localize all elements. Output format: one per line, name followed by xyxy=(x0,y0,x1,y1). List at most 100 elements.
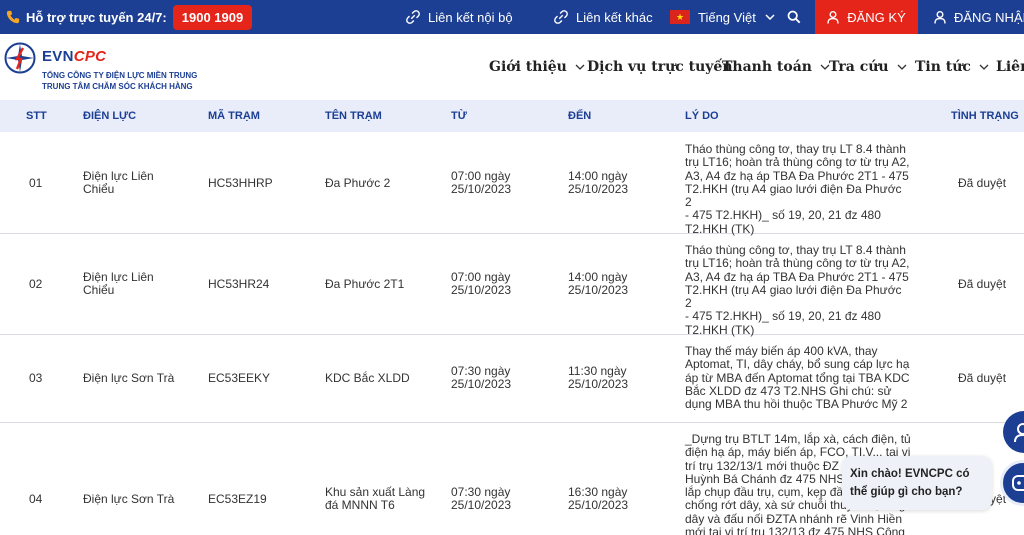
table-row: 01 Điện lực Liên Chiểu HC53HHRP Đa Phước… xyxy=(0,132,1024,236)
cell-line: 25/10/2023 xyxy=(451,498,512,512)
row-power-unit: Điện lực Sơn Trà xyxy=(83,371,175,385)
internal-links[interactable]: Liên kết nội bộ xyxy=(406,0,513,34)
reason-line: - 475 T2.HKH)_ số 19, 20, 21 đz 480 xyxy=(685,309,881,324)
reason-line: mới tại vị trí trụ 132/13 đz 475 NHS Côn… xyxy=(685,525,905,535)
hotline-label: Hỗ trợ trực tuyến 24/7: xyxy=(26,9,167,25)
top-bar: Hỗ trợ trực tuyến 24/7: 1900 1909 Liên k… xyxy=(0,0,1024,34)
nav-label: Tra cứu xyxy=(829,59,889,75)
hotline-number[interactable]: 1900 1909 xyxy=(172,4,253,30)
chevron-down-icon xyxy=(979,64,989,70)
table-header: STT ĐIỆN LỰC MÃ TRẠM TÊN TRẠM TỪ ĐẾN LÝ … xyxy=(0,100,1024,132)
row-power-unit: Điện lực Sơn Trà xyxy=(83,492,175,506)
row-station-name: Đa Phước 2 xyxy=(325,176,391,190)
brand-cpc: CPC xyxy=(73,48,107,65)
chat-greeting-bubble[interactable]: Xin chào! EVNCPC có thể giúp gì cho bạn? xyxy=(842,456,992,510)
chevron-down-icon xyxy=(765,14,775,20)
external-links[interactable]: Liên kết khác xyxy=(554,0,653,34)
column-header-ten-tram: TÊN TRẠM xyxy=(325,110,382,122)
external-links-label: Liên kết khác xyxy=(576,9,653,25)
row-station-name: Khu sản xuất Làng đá MNNN T6 xyxy=(325,486,425,512)
chatbot-icon xyxy=(1012,475,1024,491)
cell-line: 25/10/2023 xyxy=(451,377,512,391)
nav-label: Dịch vụ trực tuyến xyxy=(587,59,733,75)
reason-line: A3, A4 đz hạ áp TBA Đa Phước 2T1 - 475 xyxy=(685,168,909,183)
row-from: 07:00 ngày 25/10/2023 xyxy=(451,170,511,196)
nav-label: Giới thiệu xyxy=(489,59,567,75)
row-station-code: EC53EZ19 xyxy=(208,492,267,506)
search-button[interactable] xyxy=(787,0,809,34)
row-status: Đã duyệt xyxy=(958,371,1007,385)
row-reason: Tháo thùng công tơ, thay trụ LT 8.4 thàn… xyxy=(685,142,911,236)
row-stt: 04 xyxy=(29,492,43,506)
reason-line: Tháo thùng công tơ, thay trụ LT 8.4 thàn… xyxy=(685,142,906,156)
row-to: 14:00 ngày 25/10/2023 xyxy=(568,170,628,196)
chevron-down-icon xyxy=(897,64,907,70)
login-label: ĐĂNG NHẬP xyxy=(954,9,1024,25)
brand-name[interactable]: EVNCPC xyxy=(42,48,106,65)
cell-line: 25/10/2023 xyxy=(568,498,629,512)
login-button[interactable]: ĐĂNG NHẬP xyxy=(918,0,1024,34)
row-to: 14:00 ngày 25/10/2023 xyxy=(568,271,628,297)
row-stt: 03 xyxy=(29,371,43,385)
reason-line: T2.HKH (trụ A4 giao lưới điện Đa Phước 2 xyxy=(685,181,902,210)
row-station-code: EC53EEKY xyxy=(208,371,271,385)
row-station-name: KDC Bắc XLDD xyxy=(325,371,410,385)
reason-line: Thay thế máy biến áp 400 kVA, thay xyxy=(685,344,878,358)
column-header-dien-luc: ĐIỆN LỰC xyxy=(83,110,137,122)
row-reason: Thay thế máy biến áp 400 kVA, thay Aptom… xyxy=(685,344,911,412)
reason-line: - 475 T2.HKH)_ số 19, 20, 21 đz 480 xyxy=(685,208,881,223)
row-stt: 02 xyxy=(29,277,43,291)
link-icon xyxy=(406,10,420,24)
nav-tra-cuu[interactable]: Tra cứu xyxy=(829,59,907,75)
reason-line: dụng MBA thu hồi thuộc TBA Phước Mỹ 2 xyxy=(685,397,908,412)
nav-dich-vu-truc-tuyen[interactable]: Dịch vụ trực tuyến xyxy=(587,59,733,75)
cell-line: Chiểu xyxy=(83,283,115,297)
row-station-name: Đa Phước 2T1 xyxy=(325,277,405,291)
cell-line: 25/10/2023 xyxy=(568,283,629,297)
language-select[interactable]: ★ Tiếng Việt xyxy=(670,0,775,34)
cell-line: 25/10/2023 xyxy=(568,377,629,391)
register-button[interactable]: ĐĂNG KÝ xyxy=(815,0,918,34)
column-header-tu: TỪ xyxy=(451,110,467,122)
user-icon xyxy=(827,10,839,24)
nav-tin-tuc[interactable]: Tin tức xyxy=(915,59,989,75)
main-header: EVNCPC TỔNG CÔNG TY ĐIỆN LỰC MIỀN TRUNG … xyxy=(0,34,1024,100)
reason-line: Tháo thùng công tơ, thay trụ LT 8.4 thàn… xyxy=(685,243,906,257)
reason-line: trụ LT16; hoàn trả thùng công tơ từ trụ … xyxy=(685,256,910,271)
nav-gioi-thieu[interactable]: Giới thiệu xyxy=(489,59,585,75)
evn-logo-icon[interactable] xyxy=(4,42,36,74)
column-header-ma-tram: MÃ TRẠM xyxy=(208,110,260,122)
cell-line: Chiểu xyxy=(83,182,115,196)
reason-line: áp từ MBA đến Aptomat tổng tại TBA KDC xyxy=(685,370,910,385)
reason-line: trụ LT16; hoàn trả thùng công tơ từ trụ … xyxy=(685,155,910,170)
row-station-code: HC53HR24 xyxy=(208,277,270,291)
row-from: 07:30 ngày 25/10/2023 xyxy=(451,365,511,391)
nav-thanh-toan[interactable]: Thanh toán xyxy=(722,59,830,75)
nav-label: Liên xyxy=(996,59,1024,75)
chevron-down-icon xyxy=(575,64,585,70)
chat-greeting-line: thể giúp gì cho bạn? xyxy=(850,486,963,498)
user-icon xyxy=(934,10,946,24)
reason-line: dây và đấu nối ĐZTA nhánh rẽ Vinh Hiền xyxy=(685,511,903,526)
column-header-ly-do: LÝ DO xyxy=(685,110,719,122)
nav-label: Tin tức xyxy=(915,59,971,75)
nav-label: Thanh toán xyxy=(722,59,812,75)
register-label: ĐĂNG KÝ xyxy=(847,9,906,25)
row-from: 07:00 ngày 25/10/2023 xyxy=(451,271,511,297)
cell-line: 25/10/2023 xyxy=(451,182,512,196)
column-header-stt: STT xyxy=(26,110,47,122)
cell-line: đá MNNN T6 xyxy=(325,498,395,512)
row-station-code: HC53HHRP xyxy=(208,176,273,190)
internal-links-label: Liên kết nội bộ xyxy=(428,9,513,25)
row-reason: Tháo thùng công tơ, thay trụ LT 8.4 thàn… xyxy=(685,243,911,337)
brand-evn: EVN xyxy=(42,48,74,65)
link-icon xyxy=(554,10,568,24)
cell-line: 25/10/2023 xyxy=(568,182,629,196)
nav-lien-he[interactable]: Liên xyxy=(996,59,1024,75)
reason-line: Bắc XLDD đz 473 T2.NHS Ghi chú: sử xyxy=(685,383,892,398)
chat-greeting-line: Xin chào! EVNCPC có xyxy=(850,468,970,480)
search-icon xyxy=(787,10,801,24)
company-subtitle: TỔNG CÔNG TY ĐIỆN LỰC MIỀN TRUNG xyxy=(42,71,198,80)
reason-line: A3, A4 đz hạ áp TBA Đa Phước 2T1 - 475 xyxy=(685,269,909,284)
vietnam-flag-icon: ★ xyxy=(670,10,690,24)
